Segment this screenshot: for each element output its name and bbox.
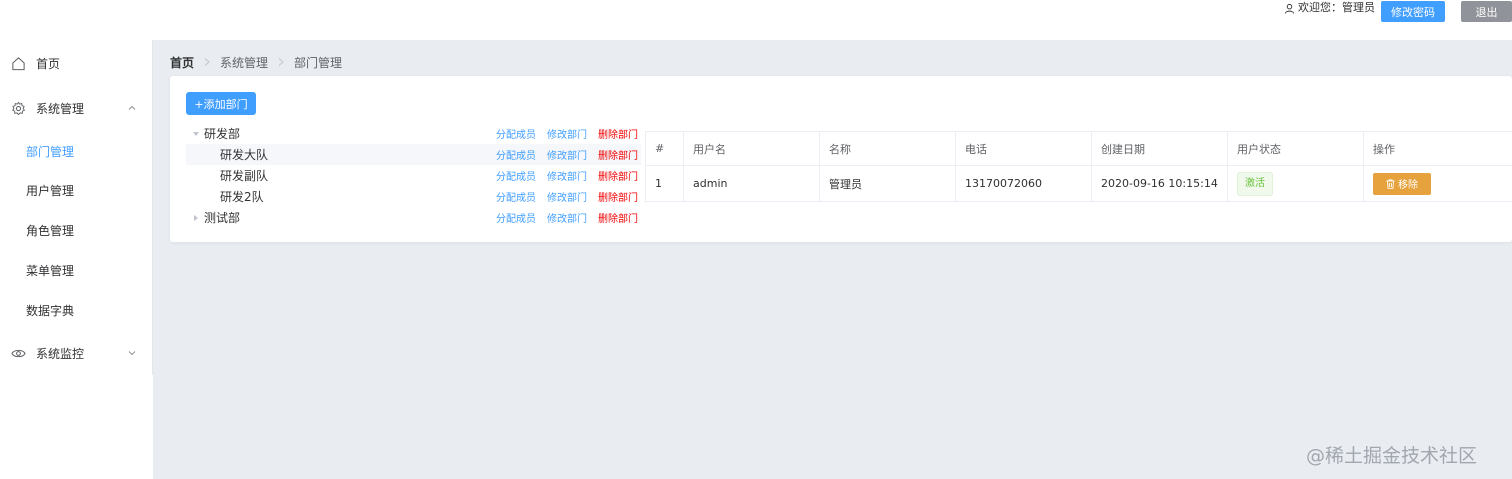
assign-members-link[interactable]: 分配成员: [496, 147, 536, 162]
sidebar-item-user-management[interactable]: 用户管理: [0, 170, 152, 210]
delete-department-link[interactable]: 删除部门: [598, 126, 638, 141]
edit-department-link[interactable]: 修改部门: [547, 147, 587, 162]
sidebar-item-label: 用户管理: [26, 183, 75, 198]
tree-node[interactable]: 研发大队 分配成员 修改部门 删除部门: [186, 144, 641, 165]
table-row: 1 admin 管理员 13170072060 2020-09-16 10:15…: [645, 166, 1512, 202]
sidebar-item-data-dictionary[interactable]: 数据字典: [0, 290, 152, 330]
sidebar-item-role-management[interactable]: 角色管理: [0, 210, 152, 250]
tree-node-label: 研发大队: [220, 148, 269, 162]
tree-node[interactable]: 研发2队 分配成员 修改部门 删除部门: [186, 186, 641, 207]
department-card: +添加部门 研发部 分配成员 修改部门 删除部门 研发大队 分配成员 修改部门 …: [170, 76, 1512, 242]
status-badge: 激活: [1237, 171, 1273, 196]
welcome-message: 欢迎您：管理员: [1284, 0, 1375, 16]
caret-right-icon[interactable]: [192, 214, 200, 222]
cell-phone: 13170072060: [956, 166, 1092, 201]
tree-node[interactable]: 测试部 分配成员 修改部门 删除部门: [186, 207, 641, 228]
chevron-up-icon: [128, 105, 136, 110]
cell-status: 激活: [1228, 166, 1364, 201]
sidebar-item-label: 角色管理: [26, 223, 75, 238]
tree-node[interactable]: 研发部 分配成员 修改部门 删除部门: [186, 123, 641, 144]
member-table: # 用户名 名称 电话 创建日期 用户状态 操作 1 admin 管理员 131…: [645, 131, 1512, 202]
cell-created: 2020-09-16 10:15:14: [1092, 166, 1228, 201]
sidebar-item-home[interactable]: 首页: [0, 43, 152, 83]
gear-icon: [11, 101, 26, 115]
watermark: @稀土掘金技术社区: [1306, 445, 1478, 467]
sidebar: 首页 系统管理 部门管理 用户管理 角色管理 菜单管理 数据字典 系统监控: [0, 40, 153, 375]
tree-node-label: 研发副队: [220, 169, 269, 183]
main-content: 首页 系统管理 部门管理 +添加部门 研发部 分配成员 修改部门 删除部门 研发…: [153, 40, 1512, 479]
sidebar-item-label: 部门管理: [26, 144, 75, 159]
tree-node-label: 研发2队: [220, 190, 264, 204]
sidebar-item-label: 数据字典: [26, 303, 75, 318]
logout-button[interactable]: 退出: [1461, 1, 1512, 22]
trash-icon: [1386, 178, 1395, 189]
table-header-row: # 用户名 名称 电话 创建日期 用户状态 操作: [645, 132, 1512, 166]
breadcrumb-home[interactable]: 首页: [170, 54, 194, 71]
chevron-right-icon: [278, 58, 284, 66]
tree-node-label: 测试部: [204, 211, 241, 225]
sidebar-item-label: 菜单管理: [26, 263, 75, 278]
delete-department-link[interactable]: 删除部门: [598, 189, 638, 204]
caret-down-icon[interactable]: [192, 130, 200, 138]
column-header: 操作: [1373, 142, 1395, 156]
remove-label: 移除: [1398, 180, 1418, 191]
column-header: 电话: [956, 132, 1092, 165]
cell-action: 移除: [1364, 166, 1512, 201]
column-header: #: [645, 132, 684, 165]
cell-username: admin: [684, 166, 820, 201]
column-header: 创建日期: [1092, 132, 1228, 165]
remove-member-button[interactable]: 移除: [1373, 172, 1431, 195]
home-icon: [12, 56, 25, 70]
delete-department-link[interactable]: 删除部门: [598, 168, 638, 183]
top-header: 欢迎您：管理员 修改密码 退出: [0, 0, 1512, 40]
assign-members-link[interactable]: 分配成员: [496, 210, 536, 225]
change-password-button[interactable]: 修改密码: [1381, 1, 1445, 22]
assign-members-link[interactable]: 分配成员: [496, 126, 536, 141]
delete-department-link[interactable]: 删除部门: [598, 210, 638, 225]
cell-index: 1: [645, 166, 684, 201]
add-department-button[interactable]: +添加部门: [186, 92, 256, 115]
breadcrumb-system-management: 系统管理: [220, 55, 269, 70]
edit-department-link[interactable]: 修改部门: [547, 168, 587, 183]
column-header: 用户名: [684, 132, 820, 165]
chevron-down-icon: [128, 351, 136, 356]
chevron-right-icon: [204, 58, 210, 66]
sidebar-item-label: 首页: [36, 56, 61, 71]
edit-department-link[interactable]: 修改部门: [547, 126, 587, 141]
breadcrumb: 首页 系统管理 部门管理: [170, 54, 343, 71]
eye-icon: [11, 349, 26, 357]
welcome-text: 欢迎您：管理员: [1298, 1, 1375, 14]
breadcrumb-department-management: 部门管理: [294, 55, 343, 70]
assign-members-link[interactable]: 分配成员: [496, 189, 536, 204]
assign-members-link[interactable]: 分配成员: [496, 168, 536, 183]
edit-department-link[interactable]: 修改部门: [547, 189, 587, 204]
sidebar-item-menu-management[interactable]: 菜单管理: [0, 250, 152, 290]
sidebar-item-department-management[interactable]: 部门管理: [0, 131, 152, 171]
sidebar-item-label: 系统管理: [36, 101, 85, 116]
sidebar-item-system-management[interactable]: 系统管理: [0, 88, 152, 128]
sidebar-item-label: 系统监控: [36, 346, 85, 361]
cell-name: 管理员: [820, 166, 956, 201]
sidebar-item-system-monitor[interactable]: 系统监控: [0, 333, 152, 373]
column-header: 名称: [820, 132, 956, 165]
delete-department-link[interactable]: 删除部门: [598, 147, 638, 162]
user-icon: [1284, 3, 1295, 14]
tree-node-label: 研发部: [204, 127, 241, 141]
column-header: 用户状态: [1228, 132, 1364, 165]
edit-department-link[interactable]: 修改部门: [547, 210, 587, 225]
department-tree: 研发部 分配成员 修改部门 删除部门 研发大队 分配成员 修改部门 删除部门 研…: [186, 123, 641, 228]
tree-node[interactable]: 研发副队 分配成员 修改部门 删除部门: [186, 165, 641, 186]
